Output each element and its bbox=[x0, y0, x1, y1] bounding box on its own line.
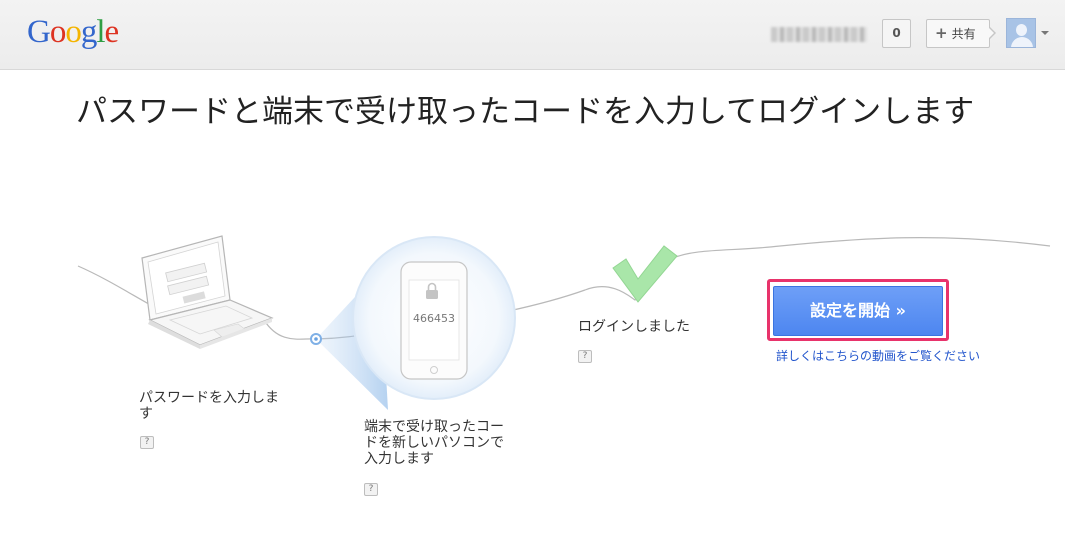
share-label: 共有 bbox=[951, 27, 976, 41]
step-3-help-icon[interactable]: ? bbox=[578, 350, 592, 363]
avatar[interactable] bbox=[1006, 18, 1036, 48]
step-3-label: ログインしました bbox=[578, 319, 690, 335]
page-title: パスワードと端末で受け取ったコードを入力してログインします bbox=[76, 94, 975, 130]
top-bar: Google 0 + 共有 bbox=[0, 0, 1065, 70]
step-2-label: 端末で受け取ったコードを新しいパソコンで入力します bbox=[364, 419, 504, 467]
step-2-help-icon[interactable]: ? bbox=[364, 483, 378, 496]
share-arrow-icon bbox=[988, 26, 996, 40]
google-logo[interactable]: Google bbox=[27, 12, 119, 52]
plus-icon: + bbox=[935, 24, 948, 42]
start-setup-button[interactable]: 設定を開始 » bbox=[773, 286, 943, 336]
user-email-blurred[interactable] bbox=[771, 27, 867, 42]
phone-code: 466453 bbox=[413, 312, 455, 325]
smartphone-icon: 466453 bbox=[400, 261, 468, 380]
laptop-icon bbox=[141, 235, 274, 349]
step-1-help-icon[interactable]: ? bbox=[140, 436, 154, 449]
video-link[interactable]: 詳しくはこちらの動画をご覧ください bbox=[776, 350, 980, 363]
notification-count-button[interactable]: 0 bbox=[882, 19, 911, 48]
chevron-down-icon[interactable] bbox=[1041, 31, 1049, 35]
share-button[interactable]: + 共有 bbox=[926, 19, 990, 48]
check-icon bbox=[612, 245, 678, 303]
step-1-label: パスワードを入力します bbox=[139, 390, 279, 422]
